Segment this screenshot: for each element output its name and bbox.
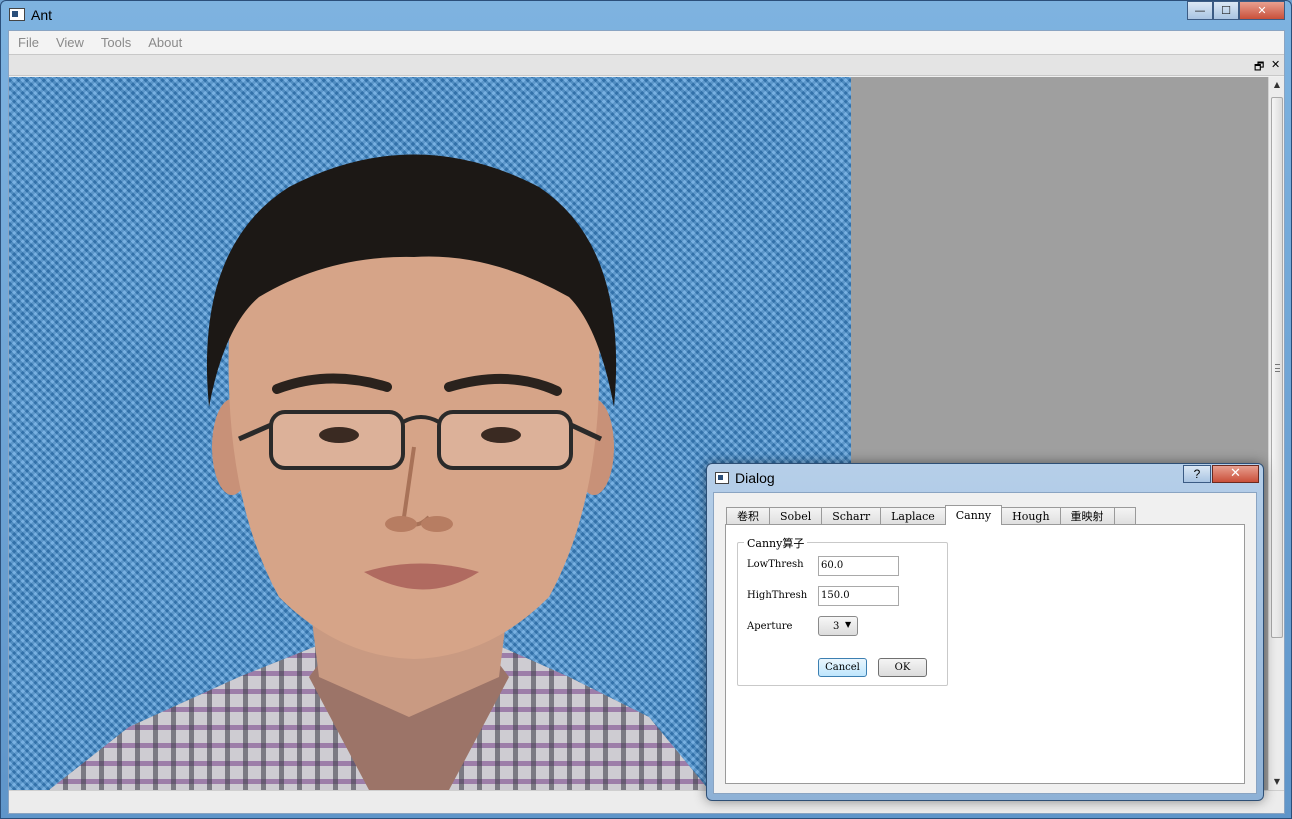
aperture-select[interactable]: 3 ▼ (818, 616, 858, 636)
scrollbar-grip-icon (1275, 364, 1280, 372)
tab-scharr[interactable]: Scharr (821, 507, 882, 525)
title-bar: Ant — ☐ ✕ (1, 1, 1291, 29)
app-window-icon (9, 8, 25, 21)
canny-dialog: Dialog ? ✕ 卷积 Sobel Scharr Laplace Canny… (706, 463, 1264, 801)
low-thresh-label: LowThresh (747, 559, 804, 570)
close-button[interactable]: ✕ (1239, 1, 1285, 20)
filter-tab-bar: 卷积 Sobel Scharr Laplace Canny Hough 重映射 (726, 505, 1136, 525)
menu-file[interactable]: File (9, 35, 47, 50)
dialog-body: 卷积 Sobel Scharr Laplace Canny Hough 重映射 … (713, 492, 1257, 794)
canny-groupbox: Canny算子 LowThresh 60.0 HighThresh 150.0 … (737, 535, 948, 686)
menu-tools[interactable]: Tools (92, 35, 139, 50)
window-title: Ant (31, 7, 53, 23)
dock-close-icon[interactable]: ✕ (1271, 58, 1280, 71)
dock-float-icon[interactable]: 🗗 (1254, 58, 1264, 77)
canny-tab-panel: Canny算子 LowThresh 60.0 HighThresh 150.0 … (725, 524, 1245, 784)
dock-title-bar: 🗗 ✕ (9, 54, 1284, 76)
vertical-scrollbar[interactable]: ▲ ▼ (1268, 77, 1284, 790)
low-thresh-input[interactable]: 60.0 (818, 556, 899, 576)
scrollbar-thumb[interactable] (1271, 97, 1283, 638)
dialog-close-button[interactable]: ✕ (1212, 465, 1259, 483)
groupbox-title: Canny算子 (744, 535, 808, 551)
scroll-up-arrow-icon[interactable]: ▲ (1269, 77, 1285, 93)
minimize-button[interactable]: — (1187, 1, 1213, 20)
menu-view[interactable]: View (47, 35, 92, 50)
cancel-button[interactable]: Cancel (818, 658, 867, 677)
menu-about[interactable]: About (139, 35, 190, 50)
high-thresh-input[interactable]: 150.0 (818, 586, 899, 606)
aperture-value: 3 (833, 621, 840, 632)
high-thresh-label: HighThresh (747, 590, 808, 601)
aperture-label: Aperture (747, 621, 793, 632)
maximize-button[interactable]: ☐ (1213, 1, 1239, 20)
menu-bar: File View Tools About (9, 31, 1284, 54)
dialog-help-button[interactable]: ? (1183, 465, 1211, 483)
dialog-title: Dialog (735, 470, 775, 486)
tab-convolution[interactable]: 卷积 (726, 507, 770, 525)
tab-remap[interactable]: 重映射 (1059, 507, 1115, 525)
dialog-window-icon (715, 472, 729, 484)
ok-button[interactable]: OK (878, 658, 927, 677)
tab-laplace[interactable]: Laplace (880, 507, 946, 525)
tab-sobel[interactable]: Sobel (769, 507, 823, 525)
tab-hough[interactable]: Hough (1001, 507, 1061, 525)
tab-canny[interactable]: Canny (944, 505, 1003, 525)
tab-overflow[interactable] (1113, 507, 1136, 525)
chevron-down-icon: ▼ (845, 620, 852, 629)
scroll-down-arrow-icon[interactable]: ▼ (1269, 774, 1285, 790)
